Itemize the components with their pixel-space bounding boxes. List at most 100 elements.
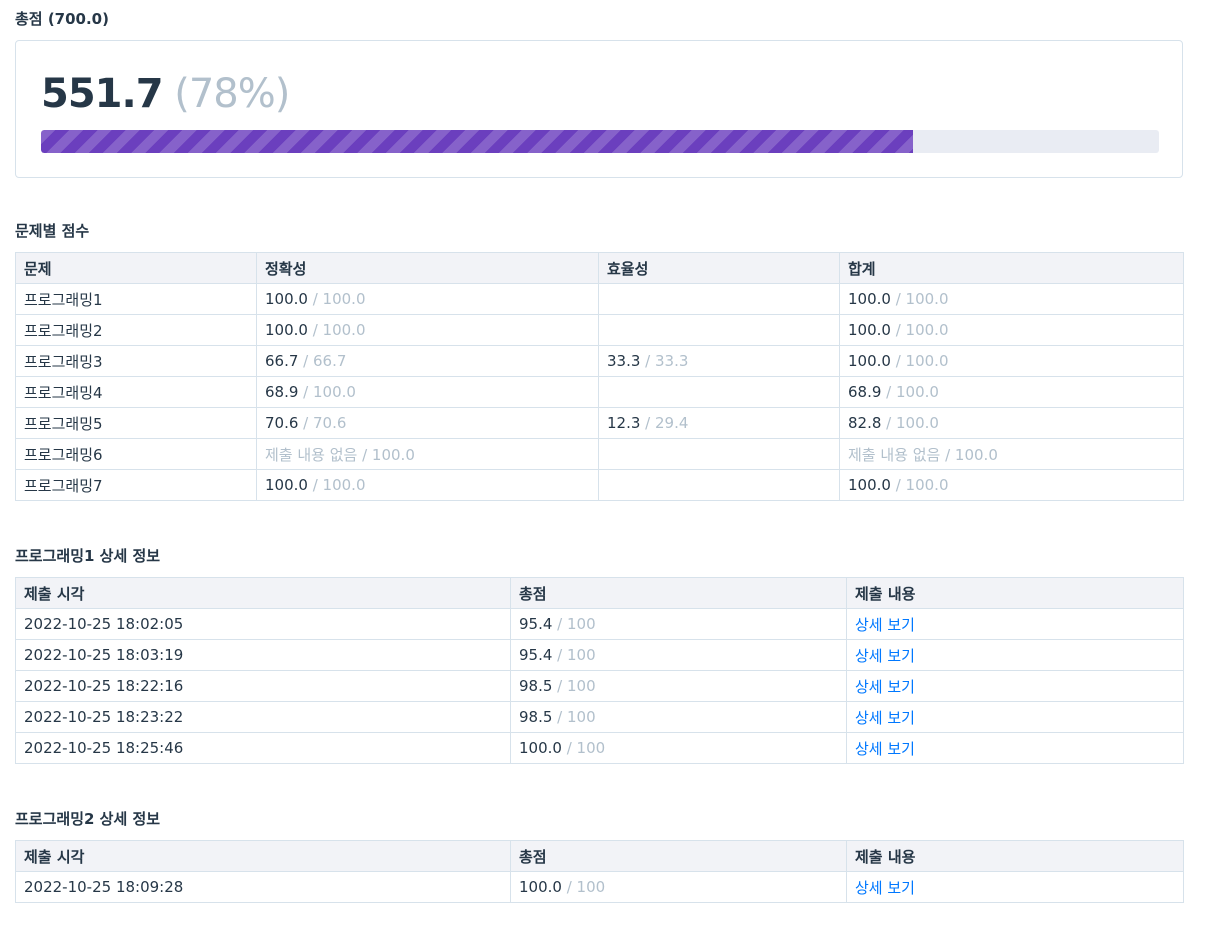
accuracy-cell: 68.9 / 100.0 <box>256 376 599 408</box>
table-header-row: 문제 정확성 효율성 합계 <box>15 252 1184 284</box>
view-detail-link[interactable]: 상세 보기 <box>855 678 915 696</box>
table-header-row: 제출 시각 총점 제출 내용 <box>15 577 1184 609</box>
table-row: 2022-10-25 18:09:28 100.0 / 100 상세 보기 <box>15 871 1184 903</box>
score-value: 100.0 <box>519 739 562 757</box>
column-header-problem: 문제 <box>15 252 257 284</box>
view-detail-link[interactable]: 상세 보기 <box>855 709 915 727</box>
accuracy-max: / 100.0 <box>307 321 366 339</box>
accuracy-max: 제출 내용 없음 / 100.0 <box>265 445 415 464</box>
accuracy-max: / 66.7 <box>298 352 347 370</box>
score-cell: 98.5 / 100 <box>510 670 847 702</box>
problem-name-cell: 프로그래밍6 <box>15 438 257 470</box>
total-cell: 82.8 / 100.0 <box>839 407 1184 439</box>
score-max: / 100 <box>552 708 596 726</box>
accuracy-max: / 100.0 <box>298 383 356 401</box>
accuracy-value: 100.0 <box>265 321 308 339</box>
score-max: / 100 <box>552 677 596 695</box>
total-cell: 100.0 / 100.0 <box>839 314 1184 346</box>
efficiency-cell: 33.3 / 33.3 <box>598 345 840 377</box>
total-cell: 100.0 / 100.0 <box>839 283 1184 315</box>
submission-cell: 상세 보기 <box>846 871 1184 903</box>
score-percent: (78%) <box>174 71 290 117</box>
view-detail-link[interactable]: 상세 보기 <box>855 740 915 758</box>
submit-time-cell: 2022-10-25 18:02:05 <box>15 608 511 640</box>
total-max: 제출 내용 없음 / 100.0 <box>848 445 998 464</box>
submission-cell: 상세 보기 <box>846 732 1184 764</box>
column-header-score: 총점 <box>510 840 847 872</box>
problem-name-cell: 프로그래밍4 <box>15 376 257 408</box>
table-row: 프로그래밍6 제출 내용 없음 / 100.0 제출 내용 없음 / 100.0 <box>15 438 1184 470</box>
total-value: 100.0 <box>848 476 891 494</box>
view-detail-link[interactable]: 상세 보기 <box>855 647 915 665</box>
accuracy-value: 100.0 <box>265 476 308 494</box>
table-row: 2022-10-25 18:25:46 100.0 / 100 상세 보기 <box>15 732 1184 764</box>
accuracy-max: / 100.0 <box>307 476 366 494</box>
total-value: 100.0 <box>848 290 891 308</box>
score-value: 95.4 <box>519 615 553 633</box>
score-cell: 98.5 / 100 <box>510 701 847 733</box>
efficiency-cell <box>598 469 840 501</box>
total-score-card: 551.7 (78%) <box>15 40 1183 178</box>
table-row: 2022-10-25 18:22:16 98.5 / 100 상세 보기 <box>15 670 1184 702</box>
total-cell: 100.0 / 100.0 <box>839 469 1184 501</box>
accuracy-value: 70.6 <box>265 414 299 432</box>
efficiency-cell: 12.3 / 29.4 <box>598 407 840 439</box>
submit-time-cell: 2022-10-25 18:23:22 <box>15 701 511 733</box>
total-max: / 100.0 <box>881 383 939 401</box>
submit-time-cell: 2022-10-25 18:03:19 <box>15 639 511 671</box>
score-cell: 95.4 / 100 <box>510 608 847 640</box>
column-header-total: 합계 <box>839 252 1184 284</box>
score-cell: 100.0 / 100 <box>510 732 847 764</box>
detail1-title: 프로그래밍1 상세 정보 <box>15 547 161 565</box>
accuracy-max: / 100.0 <box>307 290 366 308</box>
submission-cell: 상세 보기 <box>846 608 1184 640</box>
submit-time-cell: 2022-10-25 18:09:28 <box>15 871 511 903</box>
column-header-submit-time: 제출 시각 <box>15 840 511 872</box>
score-value: 100.0 <box>519 878 562 896</box>
accuracy-cell: 70.6 / 70.6 <box>256 407 599 439</box>
score-value: 551.7 <box>41 71 164 117</box>
total-value: 100.0 <box>848 352 891 370</box>
total-max: / 100.0 <box>890 476 949 494</box>
efficiency-cell <box>598 438 840 470</box>
problem-name-cell: 프로그래밍2 <box>15 314 257 346</box>
problem-scores-table: 문제 정확성 효율성 합계 프로그래밍1 100.0 / 100.0 100.0 /… <box>15 252 1184 501</box>
score-value: 98.5 <box>519 708 553 726</box>
detail2-title: 프로그래밍2 상세 정보 <box>15 810 161 828</box>
score-max: / 100 <box>552 646 596 664</box>
efficiency-max: / 29.4 <box>640 414 689 432</box>
efficiency-value: 12.3 <box>607 414 641 432</box>
column-header-submit-time: 제출 시각 <box>15 577 511 609</box>
total-value: 68.9 <box>848 383 882 401</box>
submit-time-cell: 2022-10-25 18:22:16 <box>15 670 511 702</box>
efficiency-cell <box>598 314 840 346</box>
accuracy-cell: 제출 내용 없음 / 100.0 <box>256 438 599 470</box>
accuracy-cell: 100.0 / 100.0 <box>256 283 599 315</box>
total-cell: 제출 내용 없음 / 100.0 <box>839 438 1184 470</box>
accuracy-max: / 70.6 <box>298 414 347 432</box>
table-row: 프로그래밍1 100.0 / 100.0 100.0 / 100.0 <box>15 283 1184 315</box>
accuracy-cell: 100.0 / 100.0 <box>256 469 599 501</box>
efficiency-cell <box>598 376 840 408</box>
score-max: / 100 <box>561 739 606 757</box>
efficiency-cell <box>598 283 840 315</box>
total-max: / 100.0 <box>881 414 939 432</box>
score-cell: 95.4 / 100 <box>510 639 847 671</box>
table-row: 프로그래밍4 68.9 / 100.0 68.9 / 100.0 <box>15 376 1184 408</box>
table-row: 2022-10-25 18:02:05 95.4 / 100 상세 보기 <box>15 608 1184 640</box>
table-row: 프로그래밍5 70.6 / 70.6 12.3 / 29.4 82.8 / 100.0 <box>15 407 1184 439</box>
total-value: 82.8 <box>848 414 882 432</box>
problem-name-cell: 프로그래밍3 <box>15 345 257 377</box>
total-max: / 100.0 <box>890 290 949 308</box>
table-row: 프로그래밍3 66.7 / 66.7 33.3 / 33.3 100.0 / 100.… <box>15 345 1184 377</box>
total-max: / 100.0 <box>890 321 949 339</box>
accuracy-cell: 100.0 / 100.0 <box>256 314 599 346</box>
total-max: / 100.0 <box>890 352 949 370</box>
column-header-submission: 제출 내용 <box>846 577 1184 609</box>
score-max: / 100 <box>552 615 596 633</box>
view-detail-link[interactable]: 상세 보기 <box>855 879 915 897</box>
view-detail-link[interactable]: 상세 보기 <box>855 616 915 634</box>
detail2-table: 제출 시각 총점 제출 내용 2022-10-25 18:09:28 100.0 … <box>15 840 1184 903</box>
column-header-accuracy: 정확성 <box>256 252 599 284</box>
score-progress-fill <box>41 130 914 153</box>
